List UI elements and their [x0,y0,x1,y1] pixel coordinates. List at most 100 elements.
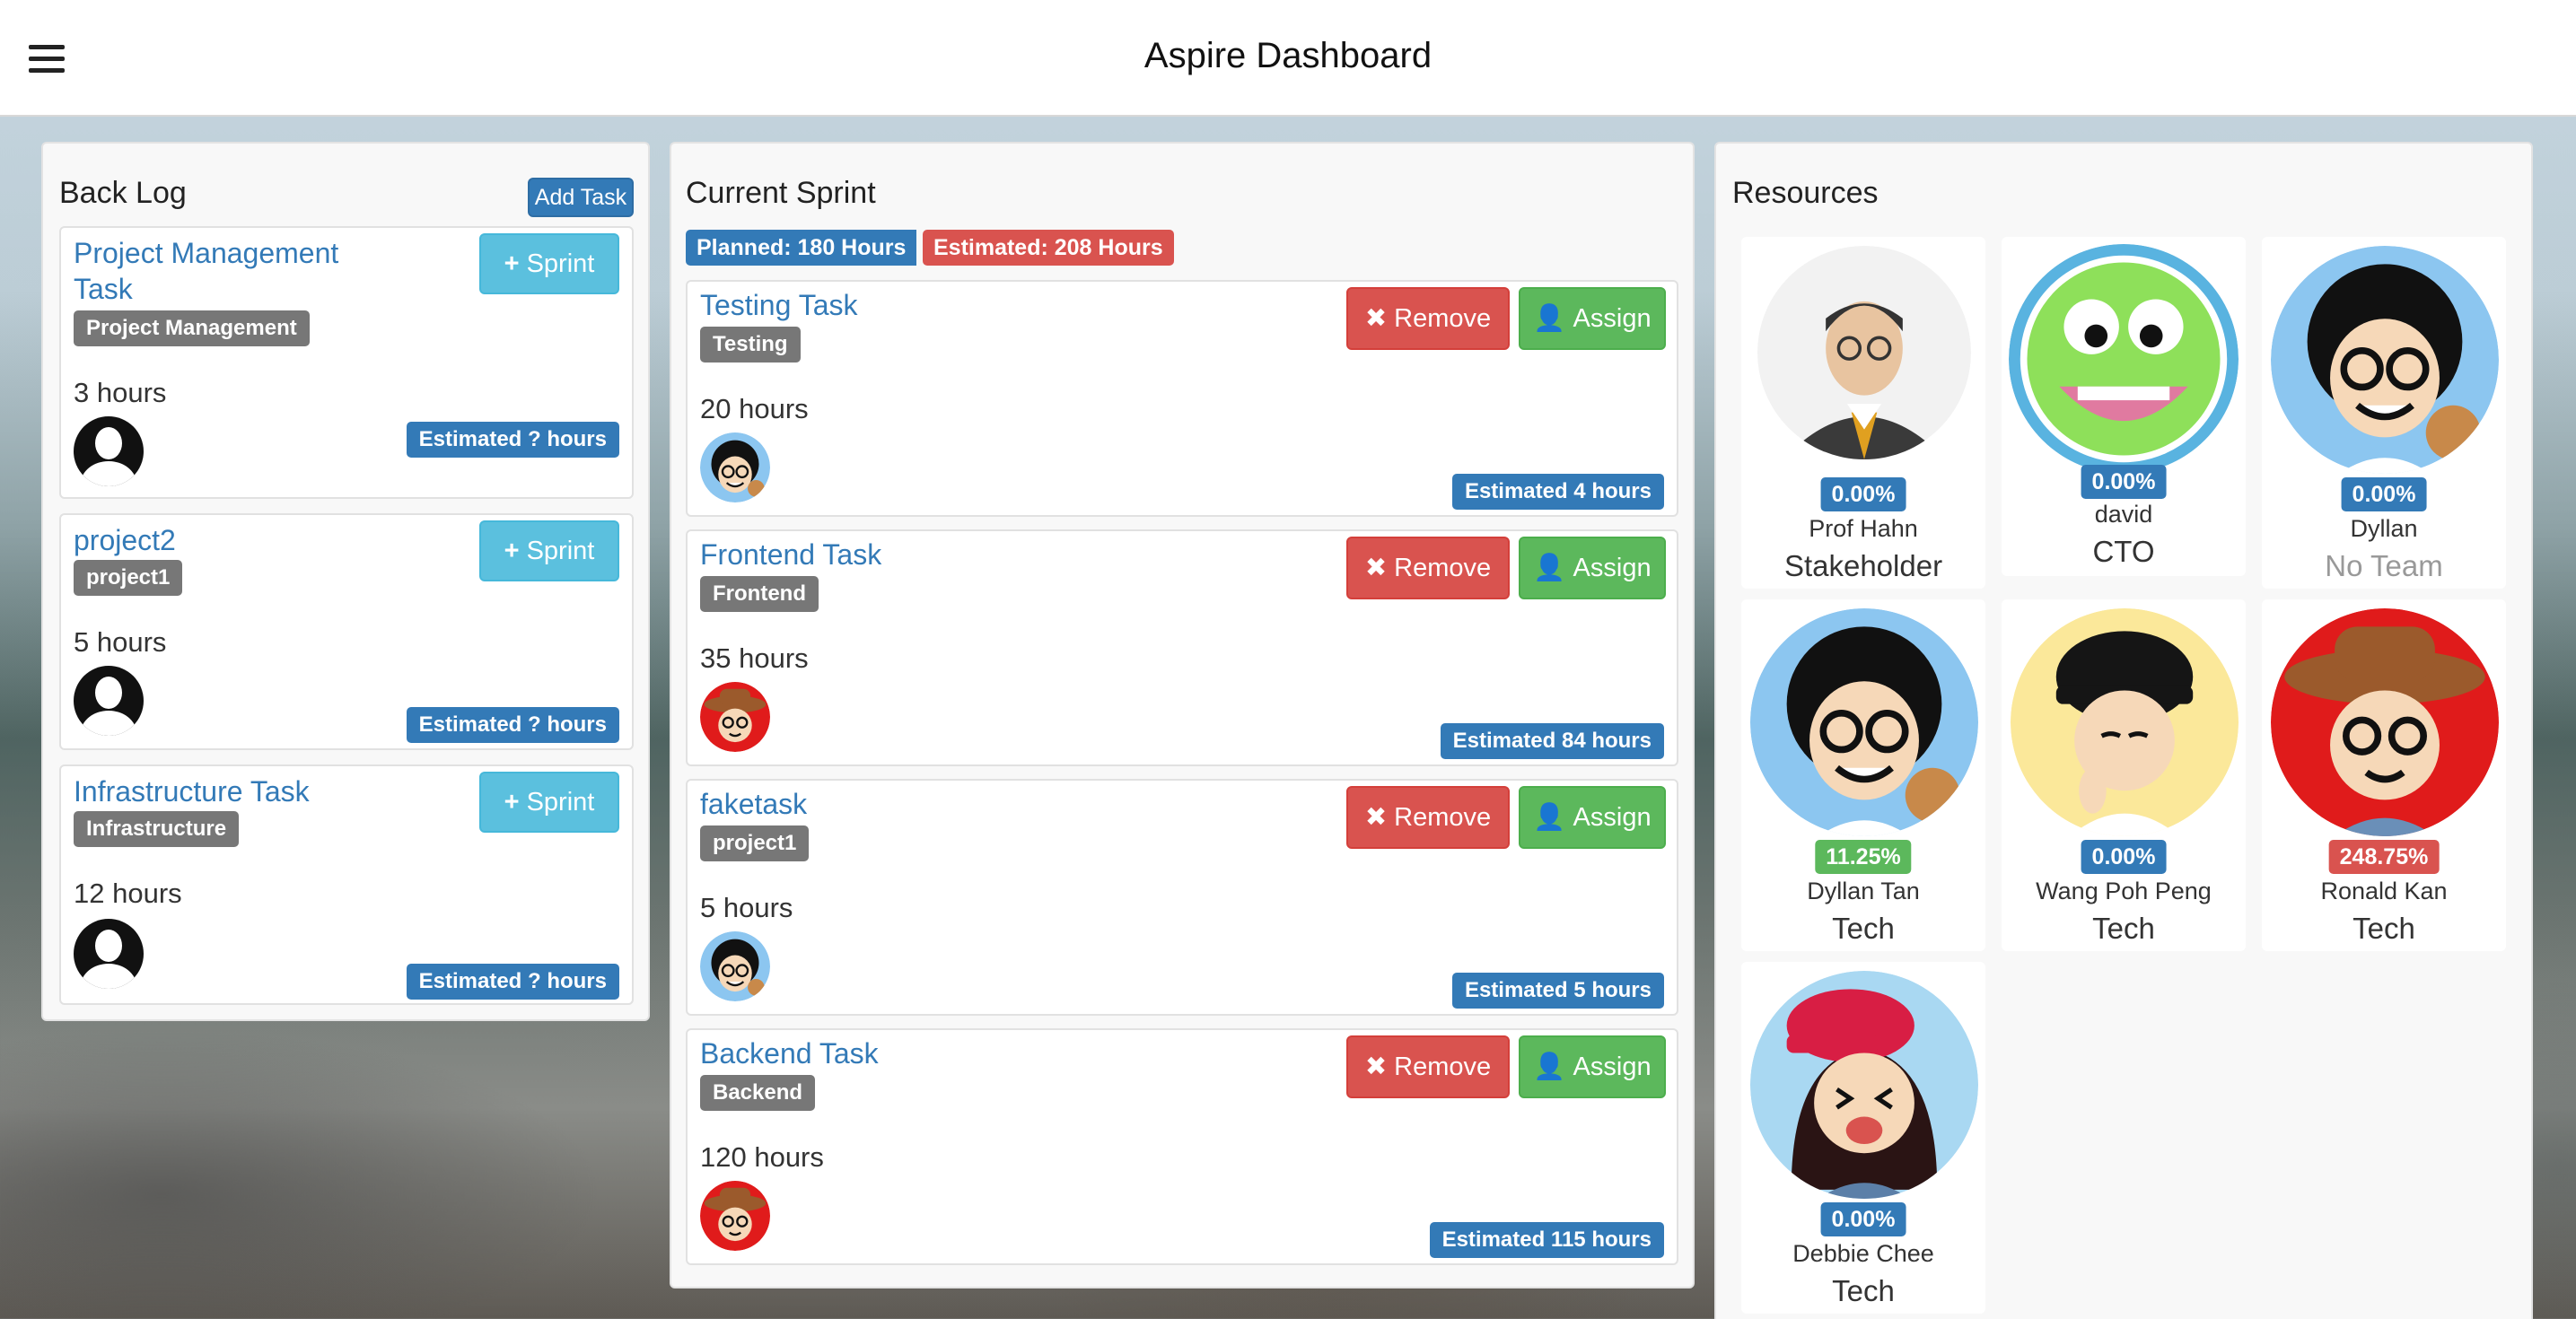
estimate-badge: Estimated 84 hours [1440,723,1664,759]
unassigned-avatar-icon [74,666,144,736]
task-hours: 3 hours [74,377,167,408]
assign-task-button[interactable]: 👤 Assign [1519,786,1666,849]
allocation-badge: 248.75% [2328,840,2440,874]
assignee-avatar-icon [700,682,770,752]
task-tag: project1 [74,560,183,596]
resource-team: CTO [2092,535,2155,568]
resource-team: Tech [1832,912,1895,945]
add-to-sprint-button[interactable]: + Sprint [479,520,619,581]
remove-label: Remove [1394,803,1492,832]
task-name-link[interactable]: Infrastructure Task [74,773,310,809]
allocation-badge: 0.00% [1820,1202,1906,1236]
resource-team: Tech [2353,912,2415,945]
user-icon: 👤 [1533,304,1566,333]
task-name-link[interactable]: project2 [74,522,176,558]
task-tag: Backend [700,1075,816,1111]
task-name-link[interactable]: faketask [700,786,807,822]
estimate-badge: Estimated 115 hours [1429,1222,1664,1258]
close-icon: ✖ [1364,803,1388,832]
allocation-badge: 0.00% [2341,477,2427,511]
assignee-avatar-icon [700,931,770,1001]
user-icon: 👤 [1533,554,1566,582]
task-hours: 5 hours [700,892,793,923]
resource-name: Prof Hahn [1809,515,1918,542]
assign-task-button[interactable]: 👤 Assign [1519,537,1666,599]
resource-card[interactable]: 0.00% Dyllan No Team [2262,237,2506,589]
resource-name: Wang Poh Peng [2036,878,2212,904]
add-to-sprint-button[interactable]: + Sprint [479,772,619,833]
curly-hair-boy-icon [2271,246,2499,474]
task-tag: Testing [700,327,801,363]
man-in-suit-icon [1757,246,1971,459]
add-task-button[interactable]: Add Task [528,178,634,217]
plus-icon: + [504,788,520,817]
task-tag: project1 [700,825,810,861]
resources-panel: Resources 0.00% Prof Hahn Stakeholder 0.… [1714,142,2533,1319]
task-name-link[interactable]: Frontend Task [700,537,881,572]
task-name-link[interactable]: Testing Task [700,287,858,323]
remove-label: Remove [1394,304,1492,333]
page-title: Aspire Dashboard [1143,36,1433,75]
allocation-badge: 0.00% [2081,465,2167,499]
resource-team: No Team [2325,549,2443,582]
backlog-task-card: Project Management Task + Sprint Project … [59,226,634,499]
resource-card[interactable]: 11.25% Dyllan Tan Tech [1741,599,1985,951]
cowboy-boy-icon [700,1181,770,1251]
allocation-badge: 0.00% [1820,477,1906,511]
task-name-link[interactable]: Project Management Task [74,235,361,307]
resource-name: Dyllan Tan [1807,878,1920,904]
add-to-sprint-button[interactable]: + Sprint [479,233,619,294]
sprint-task-card: faketask ✖ Remove 👤 Assign project1 5 hour… [686,779,1678,1016]
assign-task-button[interactable]: 👤 Assign [1519,1035,1666,1098]
remove-task-button[interactable]: ✖ Remove [1346,1035,1510,1098]
resource-name: Debbie Chee [1792,1240,1934,1267]
task-tag: Frontend [700,576,819,612]
estimate-badge: Estimated ? hours [406,422,619,458]
close-icon: ✖ [1364,554,1388,582]
resource-card[interactable]: 0.00% Prof Hahn Stakeholder [1741,237,1985,589]
resource-card[interactable]: 0.00% david CTO [2002,237,2246,576]
resources-title: Resources [1732,176,1879,210]
resource-card[interactable]: 0.00% Wang Poh Peng Tech [2002,599,2246,951]
cap-boy-icon [2011,608,2239,836]
task-hours: 120 hours [700,1141,824,1173]
assign-label: Assign [1573,554,1652,582]
resource-team: Tech [1832,1274,1895,1307]
backlog-panel: Back Log Add Task Project Management Tas… [41,142,650,1021]
assign-task-button[interactable]: 👤 Assign [1519,287,1666,350]
planned-hours-badge: Planned: 180 Hours [686,230,917,266]
sprint-task-card: Frontend Task ✖ Remove 👤 Assign Frontend 3… [686,529,1678,766]
estimate-badge: Estimated 5 hours [1451,973,1664,1009]
estimated-hours-badge: Estimated: 208 Hours [923,230,1174,266]
allocation-badge: 0.00% [2081,840,2167,874]
task-tag: Infrastructure [74,811,240,847]
task-hours: 35 hours [700,642,809,674]
curly-hair-boy-icon [700,432,770,502]
sprint-button-label: Sprint [526,537,595,565]
resource-name: Ronald Kan [2320,878,2448,904]
resource-team: Tech [2092,912,2155,945]
estimate-badge: Estimated ? hours [406,964,619,1000]
assign-label: Assign [1573,803,1652,832]
resource-card[interactable]: 248.75% Ronald Kan Tech [2262,599,2506,951]
remove-label: Remove [1394,554,1492,582]
assign-label: Assign [1573,1053,1652,1081]
backlog-task-card: project2 + Sprint project1 5 hours Estima… [59,513,634,750]
remove-task-button[interactable]: ✖ Remove [1346,786,1510,849]
resource-card[interactable]: 0.00% Debbie Chee Tech [1741,962,1985,1314]
resource-name: Dyllan [2350,515,2418,542]
remove-task-button[interactable]: ✖ Remove [1346,287,1510,350]
curly-hair-boy-icon [700,931,770,1001]
plus-icon: + [504,537,520,565]
close-icon: ✖ [1364,1053,1388,1081]
task-name-link[interactable]: Backend Task [700,1035,879,1071]
resource-team: Stakeholder [1783,549,1943,582]
red-cap-girl-icon [1750,971,1978,1199]
current-sprint-panel: Current Sprint Planned: 180 Hours Estima… [670,142,1695,1288]
task-hours: 20 hours [700,393,809,424]
remove-task-button[interactable]: ✖ Remove [1346,537,1510,599]
backlog-task-card: Infrastructure Task + Sprint Infrastructu… [59,764,634,1005]
sprint-button-label: Sprint [526,249,595,278]
sprint-task-card: Backend Task ✖ Remove 👤 Assign Backend 120… [686,1028,1678,1265]
task-tag: Project Management [74,310,310,346]
